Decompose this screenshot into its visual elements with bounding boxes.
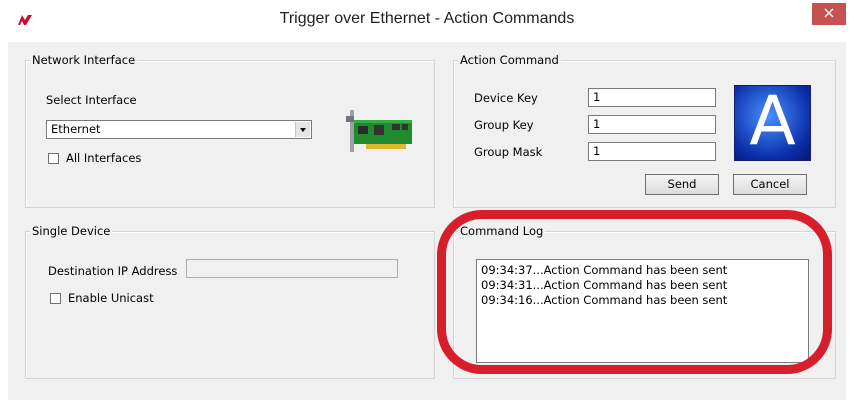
highlight-annotation <box>437 210 832 374</box>
enable-unicast-checkbox[interactable] <box>50 293 61 304</box>
action-a-letter: A <box>749 82 796 161</box>
network-interface-legend: Network Interface <box>30 53 138 67</box>
interface-select-value: Ethernet <box>51 122 101 136</box>
title-bar: Trigger over Ethernet - Action Commands … <box>0 0 854 42</box>
destination-ip-field[interactable] <box>186 259 398 278</box>
action-command-legend: Action Command <box>458 53 561 67</box>
group-mask-field[interactable]: 1 <box>588 142 716 161</box>
close-icon: × <box>822 3 836 22</box>
cancel-button[interactable]: Cancel <box>733 174 807 195</box>
device-key-field[interactable]: 1 <box>588 88 716 107</box>
enable-unicast-label: Enable Unicast <box>68 291 154 305</box>
action-command-group: Action Command Device Key 1 Group Key 1 … <box>453 53 836 208</box>
action-a-icon: A <box>734 82 811 161</box>
group-key-field[interactable]: 1 <box>588 115 716 134</box>
network-interface-group: Network Interface Select Interface Ether… <box>25 53 435 208</box>
group-key-label: Group Key <box>474 118 534 132</box>
all-interfaces-label: All Interfaces <box>66 151 142 165</box>
select-interface-label: Select Interface <box>46 93 137 107</box>
single-device-legend: Single Device <box>30 224 113 238</box>
device-key-label: Device Key <box>474 91 538 105</box>
destination-ip-label: Destination IP Address <box>48 264 178 278</box>
close-button[interactable]: × <box>812 3 846 25</box>
single-device-group: Single Device Destination IP Address Ena… <box>25 224 435 379</box>
group-mask-label: Group Mask <box>474 145 543 159</box>
interface-select[interactable]: Ethernet <box>46 120 312 139</box>
network-card-icon <box>346 110 412 152</box>
chevron-down-icon[interactable] <box>295 122 310 137</box>
window-title: Trigger over Ethernet - Action Commands <box>279 10 575 27</box>
send-button[interactable]: Send <box>645 174 719 195</box>
all-interfaces-checkbox[interactable] <box>48 153 59 164</box>
